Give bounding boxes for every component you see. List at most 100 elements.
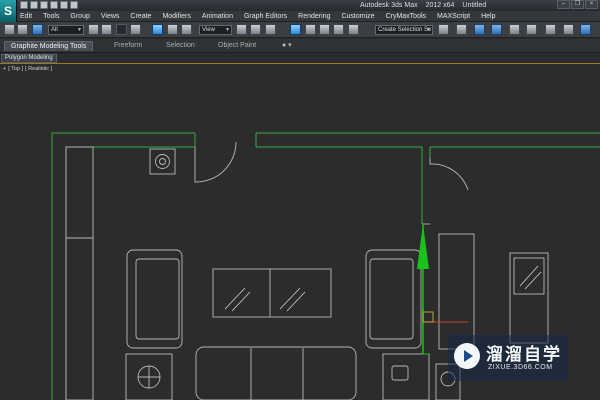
telephone (391, 365, 409, 381)
reference-coordinate-value: View (202, 27, 215, 33)
tv-cabinet (212, 268, 332, 318)
new-file-icon[interactable] (20, 1, 28, 9)
edit-named-selection-icon[interactable] (348, 24, 359, 35)
selection-filter-dropdown[interactable]: All ▼ (48, 25, 84, 35)
door-swing (194, 141, 237, 183)
left-cabinet (65, 146, 94, 400)
snap-icon[interactable] (290, 24, 301, 35)
tab-object-paint[interactable]: Object Paint (218, 42, 256, 49)
menu-customize[interactable]: Customize (341, 11, 374, 22)
angle-snap-icon[interactable] (305, 24, 316, 35)
menu-create[interactable]: Create (130, 11, 151, 22)
percent-snap-icon[interactable] (319, 24, 330, 35)
ribbon-options-icon[interactable]: ● ▾ (282, 41, 292, 49)
tab-selection[interactable]: Selection (166, 42, 195, 49)
wall-outer-left (51, 132, 195, 400)
watermark-url: ZIXUE.3D66.COM (488, 364, 553, 371)
rendered-frame-icon[interactable] (563, 24, 574, 35)
minimize-button[interactable]: – (557, 0, 570, 9)
door-swing-right (429, 158, 469, 191)
app-version: 2012 x64 (425, 2, 455, 9)
spinner-snap-icon[interactable] (333, 24, 344, 35)
tab-freeform[interactable]: Freeform (114, 42, 142, 49)
polygon-modeling-panel[interactable]: Polygon Modeling (1, 54, 57, 63)
glass-panel-marks (519, 265, 542, 290)
lamp-shade (155, 154, 170, 169)
tab-graphite-modeling-tools[interactable]: Graphite Modeling Tools (4, 41, 94, 51)
ribbon-tabs: Graphite Modeling Tools Freeform Selecti… (0, 39, 600, 53)
app-window: Autodesk 3ds Max 2012 x64 Untitled – ❐ × S… (0, 0, 600, 400)
wall-inner-left (65, 146, 195, 400)
sofa-cushion-dividers (250, 348, 304, 400)
play-logo-icon (454, 343, 480, 369)
menu-tools[interactable]: Tools (43, 11, 59, 22)
render-setup-icon[interactable] (545, 24, 556, 35)
glass-reflection-marks (224, 287, 306, 312)
corner-lamp (149, 148, 176, 175)
undo-icon[interactable] (4, 24, 15, 35)
open-file-icon[interactable] (30, 1, 38, 9)
layer-manager-icon[interactable] (474, 24, 485, 35)
menu-maxscript[interactable]: MAXScript (437, 11, 470, 22)
rotate-icon[interactable] (167, 24, 178, 35)
menu-group[interactable]: Group (70, 11, 89, 22)
redo-icon[interactable] (60, 1, 68, 9)
menu-bar: Edit Tools Group Views Create Modifiers … (0, 11, 600, 22)
menu-animation[interactable]: Animation (202, 11, 233, 22)
rectangular-selection-icon[interactable] (116, 24, 127, 35)
lamp-bulb (159, 158, 166, 165)
chevron-down-icon: ▼ (77, 27, 82, 33)
chevron-down-icon: ▼ (225, 27, 230, 33)
file-name: Untitled (462, 2, 487, 9)
app-title: Autodesk 3ds Max (360, 2, 418, 9)
select-by-name-icon[interactable] (101, 24, 112, 35)
pivot-center-icon[interactable] (236, 24, 247, 35)
window-title: Autodesk 3ds Max 2012 x64 Untitled (360, 0, 494, 11)
menu-views[interactable]: Views (101, 11, 120, 22)
title-bar: Autodesk 3ds Max 2012 x64 Untitled – ❐ × (0, 0, 600, 11)
mirror-icon[interactable] (438, 24, 449, 35)
named-selection-dropdown[interactable]: Create Selection Se ▼ (375, 25, 433, 35)
gizmo-y-arrow[interactable] (417, 224, 429, 269)
menu-modifiers[interactable]: Modifiers (162, 11, 190, 22)
app-logo-icon[interactable]: S (0, 0, 17, 22)
selection-filter-value: All (51, 27, 58, 33)
link-icon[interactable] (32, 24, 43, 35)
right-side-table (382, 353, 430, 400)
close-button[interactable]: × (585, 0, 598, 9)
sofa (195, 346, 357, 400)
left-armchair-seat (135, 258, 180, 340)
glass-display-unit (509, 252, 549, 344)
left-armchair (126, 249, 183, 349)
save-file-icon[interactable] (40, 1, 48, 9)
maximize-button[interactable]: ❐ (571, 0, 584, 9)
window-crossing-icon[interactable] (130, 24, 141, 35)
menu-help[interactable]: Help (481, 11, 495, 22)
align-icon[interactable] (456, 24, 467, 35)
watermark-title: 溜溜自学 (486, 345, 562, 365)
right-armchair-seat (369, 258, 414, 340)
menu-crymaxtools[interactable]: CryMaxTools (386, 11, 426, 22)
render-icon[interactable] (580, 24, 591, 35)
curve-editor-icon[interactable] (509, 24, 520, 35)
menu-graph-editors[interactable]: Graph Editors (244, 11, 287, 22)
keyboard-shortcut-icon[interactable] (265, 24, 276, 35)
right-tall-cabinet (438, 233, 475, 350)
quick-access-toolbar (20, 1, 78, 10)
material-editor-icon[interactable] (526, 24, 537, 35)
scale-icon[interactable] (181, 24, 192, 35)
menu-edit[interactable]: Edit (20, 11, 32, 22)
project-folder-icon[interactable] (70, 1, 78, 9)
reference-coordinate-dropdown[interactable]: View ▼ (199, 25, 232, 35)
select-manipulate-icon[interactable] (250, 24, 261, 35)
undo-icon[interactable] (50, 1, 58, 9)
redo-icon[interactable] (17, 24, 28, 35)
wall-inner-top (256, 146, 423, 224)
select-object-icon[interactable] (88, 24, 99, 35)
move-icon[interactable] (152, 24, 163, 35)
graphite-toggle-icon[interactable] (491, 24, 502, 35)
chevron-down-icon: ▼ (426, 27, 431, 33)
window-controls: – ❐ × (557, 0, 598, 9)
gizmo-plane-handle[interactable] (422, 311, 434, 323)
menu-rendering[interactable]: Rendering (298, 11, 330, 22)
